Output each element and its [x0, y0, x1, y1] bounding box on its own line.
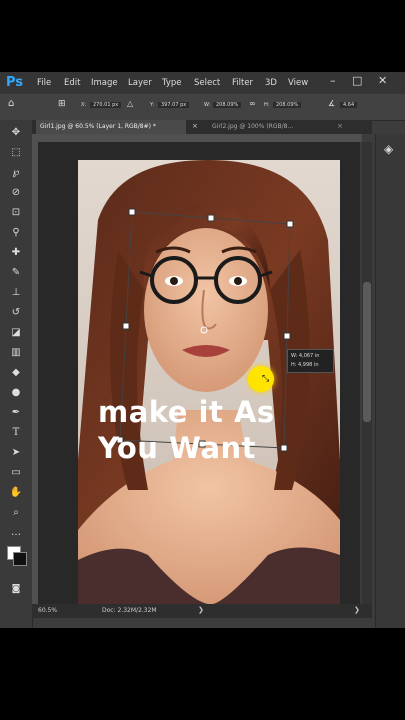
background-color-swatch[interactable]	[13, 552, 27, 566]
w-field[interactable]: 208.09%	[213, 102, 242, 108]
move-icon[interactable]: ✥	[9, 126, 23, 140]
menu-filter[interactable]: Filter	[232, 78, 253, 88]
reference-point-icon[interactable]: ⊞	[58, 99, 66, 109]
menu-3d[interactable]: 3D	[265, 78, 277, 88]
cursor-highlight	[248, 366, 274, 392]
transform-readout-tooltip: W: 4,067 in H: 4,998 in	[287, 349, 334, 373]
y-field[interactable]: 397.07 px	[158, 102, 190, 108]
eyedropper-icon[interactable]: ⚲	[9, 226, 23, 240]
angle-field[interactable]: 4.64	[340, 102, 358, 108]
clone-stamp-icon[interactable]: ⊥	[9, 286, 23, 300]
menu-layer[interactable]: Layer	[128, 78, 152, 88]
caption-line-2: You Want	[98, 431, 257, 465]
healing-icon[interactable]: ✚	[9, 246, 23, 260]
more-icon[interactable]: …	[9, 526, 23, 540]
tab-girl1[interactable]: Girl1.jpg @ 60.5% (Layer 1, RGB/8#) *	[36, 120, 186, 134]
layers-panel-icon[interactable]: ◈	[384, 142, 393, 156]
app-logo: Ps	[6, 75, 24, 90]
height-readout: H: 4,998 in	[291, 362, 319, 368]
transform-handle[interactable]	[286, 220, 294, 228]
type-icon[interactable]: T	[9, 426, 23, 440]
transform-handle[interactable]	[122, 322, 130, 330]
status-bar: 60.5% Doc: 2.32M/2.32M ❯ ❯	[32, 604, 372, 618]
transform-handle[interactable]	[283, 332, 291, 340]
scrollbar-thumb[interactable]	[363, 282, 371, 422]
x-label: X:	[81, 102, 87, 108]
lasso-icon[interactable]: ℘	[9, 166, 23, 180]
rectangle-icon[interactable]: ▭	[9, 466, 23, 480]
close-button[interactable]: ✕	[378, 74, 387, 87]
rotate-icon: ∡	[328, 99, 336, 108]
document-tabs: Girl1.jpg @ 60.5% (Layer 1, RGB/8#) * × …	[32, 120, 372, 134]
minimize-button[interactable]: –	[330, 74, 336, 87]
transform-handle[interactable]	[280, 444, 288, 452]
reference-point[interactable]	[200, 326, 208, 334]
width-readout: W: 4,067 in	[291, 353, 320, 359]
h-label: H:	[264, 102, 270, 108]
h-field[interactable]: 208.09%	[273, 102, 302, 108]
close-tab-icon[interactable]: ×	[192, 122, 198, 130]
menu-file[interactable]: File	[37, 78, 51, 88]
maximize-button[interactable]: □	[352, 74, 362, 87]
status-arrow-icon[interactable]: ❯	[198, 606, 204, 614]
crop-icon[interactable]: ⊡	[9, 206, 23, 220]
resize-cursor-icon: ⤡	[262, 374, 270, 384]
toolbox: ✥ ⬚ ℘ ⊘ ⊡ ⚲ ✚ ✎ ⊥ ↺ ◪ ▥ ◆ ● ✒ T ➤ ▭ ✋ ⌕ …	[0, 120, 33, 628]
menu-bar: Ps File Edit Image Layer Type Select Fil…	[0, 72, 405, 94]
photoshop-window: Ps File Edit Image Layer Type Select Fil…	[0, 72, 405, 628]
close-tab-icon[interactable]: ×	[337, 122, 343, 130]
marquee-icon[interactable]: ⬚	[9, 146, 23, 160]
transform-handle[interactable]	[207, 214, 215, 222]
zoom-level[interactable]: 60.5%	[38, 607, 57, 614]
triangle-icon[interactable]: △	[127, 99, 133, 108]
menu-view[interactable]: View	[288, 78, 308, 88]
right-panel: ◈	[375, 134, 405, 628]
gradient-icon[interactable]: ▥	[9, 346, 23, 360]
scroll-right-icon[interactable]: ❯	[354, 606, 360, 614]
quick-mask-icon[interactable]: ◙	[9, 582, 23, 596]
tab-girl2[interactable]: Girl2.jpg @ 100% (RGB/8...	[212, 120, 332, 134]
transform-handle[interactable]	[128, 208, 136, 216]
tab-label: Girl2.jpg @ 100% (RGB/8...	[212, 123, 294, 130]
transform-bounding-box[interactable]	[38, 142, 360, 604]
tab-label: Girl1.jpg @ 60.5% (Layer 1, RGB/8#) *	[40, 123, 156, 130]
hand-icon[interactable]: ✋	[9, 486, 23, 500]
menu-image[interactable]: Image	[91, 78, 118, 88]
caption-line-1: make it As	[98, 395, 275, 429]
blur-icon[interactable]: ◆	[9, 366, 23, 380]
history-brush-icon[interactable]: ↺	[9, 306, 23, 320]
brush-icon[interactable]: ✎	[9, 266, 23, 280]
menu-edit[interactable]: Edit	[64, 78, 80, 88]
overlay-caption: make it As You Want	[98, 394, 275, 466]
options-bar: ⌂ ⊞ X: 270.01 px △ Y: 397.07 px W: 208.0…	[0, 94, 405, 121]
x-field[interactable]: 270.01 px	[90, 102, 122, 108]
menu-select[interactable]: Select	[194, 78, 220, 88]
eraser-icon[interactable]: ◪	[9, 326, 23, 340]
document-size: Doc: 2.32M/2.32M	[102, 607, 157, 614]
home-icon[interactable]: ⌂	[8, 98, 14, 109]
ruler-horizontal	[36, 134, 362, 142]
zoom-icon[interactable]: ⌕	[9, 506, 23, 520]
quick-select-icon[interactable]: ⊘	[9, 186, 23, 200]
canvas-area[interactable]	[38, 142, 360, 604]
dodge-icon[interactable]: ●	[9, 386, 23, 400]
y-label: Y:	[150, 102, 155, 108]
pen-icon[interactable]: ✒	[9, 406, 23, 420]
path-select-icon[interactable]: ➤	[9, 446, 23, 460]
w-label: W:	[204, 102, 211, 108]
link-icon[interactable]: ∞	[249, 99, 256, 108]
menu-type[interactable]: Type	[162, 78, 182, 88]
